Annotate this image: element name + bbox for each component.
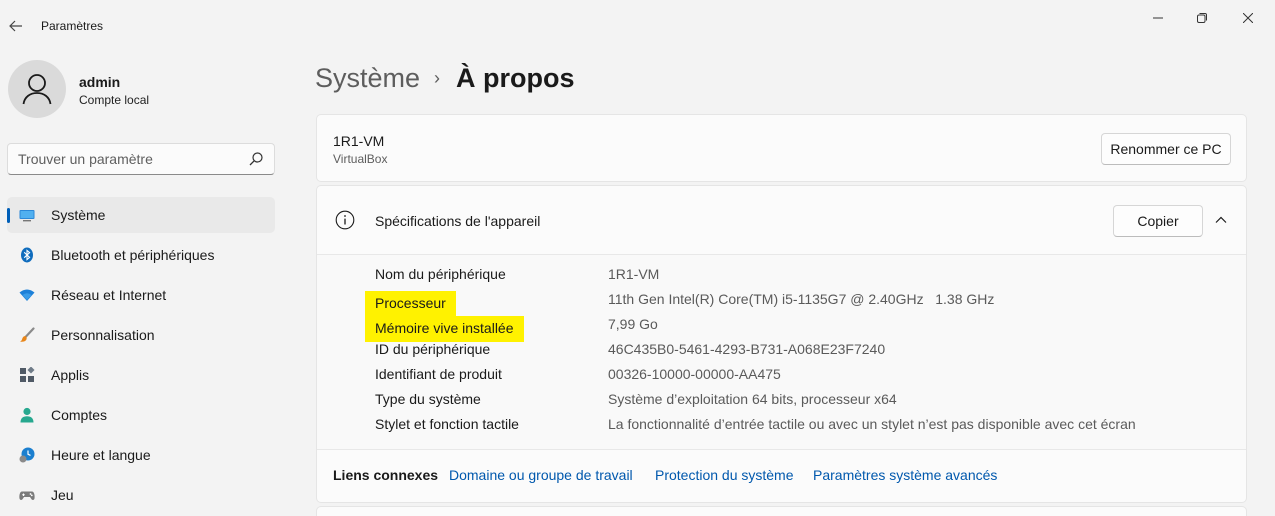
spec-label: Stylet et fonction tactile — [375, 416, 519, 432]
sidebar-nav: Système Bluetooth et périphériques Résea… — [7, 197, 275, 516]
related-links-title: Liens connexes — [333, 467, 439, 483]
search-icon[interactable] — [248, 151, 264, 167]
clock-globe-icon — [19, 447, 35, 463]
monitor-icon — [19, 210, 35, 222]
spec-row-system-type: Type du système Système d’exploitation 6… — [317, 387, 1246, 412]
spec-row-processor: Processeur 11th Gen Intel(R) Core(TM) i5… — [317, 287, 1246, 317]
sidebar-item-label: Système — [51, 207, 106, 223]
pc-name-card: 1R1-VM VirtualBox Renommer ce PC — [316, 114, 1247, 182]
sidebar-item-label: Personnalisation — [51, 327, 155, 343]
search-box[interactable] — [7, 143, 275, 175]
spec-row-pen-touch: Stylet et fonction tactile La fonctionna… — [317, 412, 1246, 437]
spec-value: Système d’exploitation 64 bits, processe… — [608, 391, 897, 407]
info-icon — [335, 210, 355, 230]
sidebar-item-personnalisation[interactable]: Personnalisation — [7, 317, 275, 353]
breadcrumb-parent[interactable]: Système — [315, 63, 420, 94]
rename-pc-button[interactable]: Renommer ce PC — [1101, 133, 1231, 165]
person-avatar-icon — [22, 74, 52, 105]
back-button[interactable] — [4, 14, 28, 38]
sidebar-item-label: Bluetooth et périphériques — [51, 247, 215, 263]
spec-value: 00326-10000-00000-AA475 — [608, 366, 781, 382]
spec-label: ID du périphérique — [375, 341, 491, 357]
gamepad-icon — [19, 491, 35, 500]
spec-label: Type du système — [375, 391, 481, 407]
sidebar-item-comptes[interactable]: Comptes — [7, 397, 275, 433]
sidebar-item-heure-langue[interactable]: Heure et langue — [7, 437, 275, 473]
maximize-icon — [1197, 13, 1207, 23]
brush-icon — [20, 327, 35, 342]
user-name: admin — [79, 74, 121, 90]
account-type: Compte local — [79, 93, 150, 107]
device-specs-list: Nom du périphérique 1R1-VM Processeur 11… — [317, 254, 1246, 450]
bluetooth-icon — [21, 247, 33, 263]
device-specs-title: Spécifications de l'appareil — [375, 213, 541, 229]
sidebar-item-label: Comptes — [51, 407, 108, 423]
minimize-icon — [1153, 17, 1163, 19]
page-title: À propos — [456, 62, 575, 93]
wifi-icon — [19, 289, 35, 301]
next-card — [316, 506, 1247, 516]
minimize-button[interactable] — [1138, 6, 1178, 30]
spec-value: La fonctionnalité d’entrée tactile ou av… — [608, 416, 1136, 432]
spec-label: Nom du périphérique — [375, 266, 506, 282]
title-bar: Paramètres — [0, 0, 1275, 50]
close-icon — [1243, 13, 1253, 23]
breadcrumb: Système › À propos — [315, 60, 575, 96]
device-specs-card: Spécifications de l'appareil Copier Nom … — [316, 185, 1247, 503]
spec-value: 7,99 Go — [608, 316, 658, 332]
avatar[interactable] — [8, 60, 66, 118]
sidebar-item-label: Jeu — [51, 487, 74, 503]
link-system-protection[interactable]: Protection du système — [655, 467, 794, 483]
apps-icon — [20, 367, 35, 382]
spec-label: Identifiant de produit — [375, 366, 502, 382]
spec-row-device-name: Nom du périphérique 1R1-VM — [317, 262, 1246, 287]
sidebar-item-systeme[interactable]: Système — [7, 197, 275, 233]
sidebar-item-label: Applis — [51, 367, 90, 383]
sidebar-item-label: Réseau et Internet — [51, 287, 167, 303]
maximize-button[interactable] — [1182, 6, 1222, 30]
sidebar-item-applis[interactable]: Applis — [7, 357, 275, 393]
spec-row-product-id: Identifiant de produit 00326-10000-00000… — [317, 362, 1246, 387]
breadcrumb-separator: › — [434, 67, 441, 88]
sidebar-item-jeu[interactable]: Jeu — [7, 477, 275, 513]
link-domain-workgroup[interactable]: Domaine ou groupe de travail — [449, 467, 633, 483]
link-advanced-system-settings[interactable]: Paramètres système avancés — [813, 467, 997, 483]
chevron-up-icon[interactable] — [1213, 212, 1229, 228]
search-input[interactable] — [18, 150, 238, 168]
spec-value: 46C435B0-5461-4293-B731-A068E23F7240 — [608, 341, 886, 357]
spec-value: 1R1-VM — [608, 266, 660, 282]
pc-name: 1R1-VM — [333, 133, 385, 149]
person-icon — [20, 407, 34, 423]
spec-value: 11th Gen Intel(R) Core(TM) i5-1135G7 @ 2… — [608, 291, 995, 307]
sidebar-item-bluetooth[interactable]: Bluetooth et périphériques — [7, 237, 275, 273]
copy-button[interactable]: Copier — [1113, 205, 1203, 237]
related-links: Liens connexes Domaine ou groupe de trav… — [317, 450, 1246, 502]
spec-row-device-id: ID du périphérique 46C435B0-5461-4293-B7… — [317, 337, 1246, 362]
app-title: Paramètres — [41, 19, 104, 33]
close-button[interactable] — [1228, 6, 1268, 30]
spec-row-memory: Mémoire vive installée 7,99 Go — [317, 312, 1246, 342]
device-specs-header[interactable]: Spécifications de l'appareil Copier — [317, 186, 1246, 254]
sidebar-item-label: Heure et langue — [51, 447, 151, 463]
sidebar-item-reseau[interactable]: Réseau et Internet — [7, 277, 275, 313]
pc-model: VirtualBox — [333, 152, 388, 166]
arrow-left-icon — [9, 20, 22, 32]
